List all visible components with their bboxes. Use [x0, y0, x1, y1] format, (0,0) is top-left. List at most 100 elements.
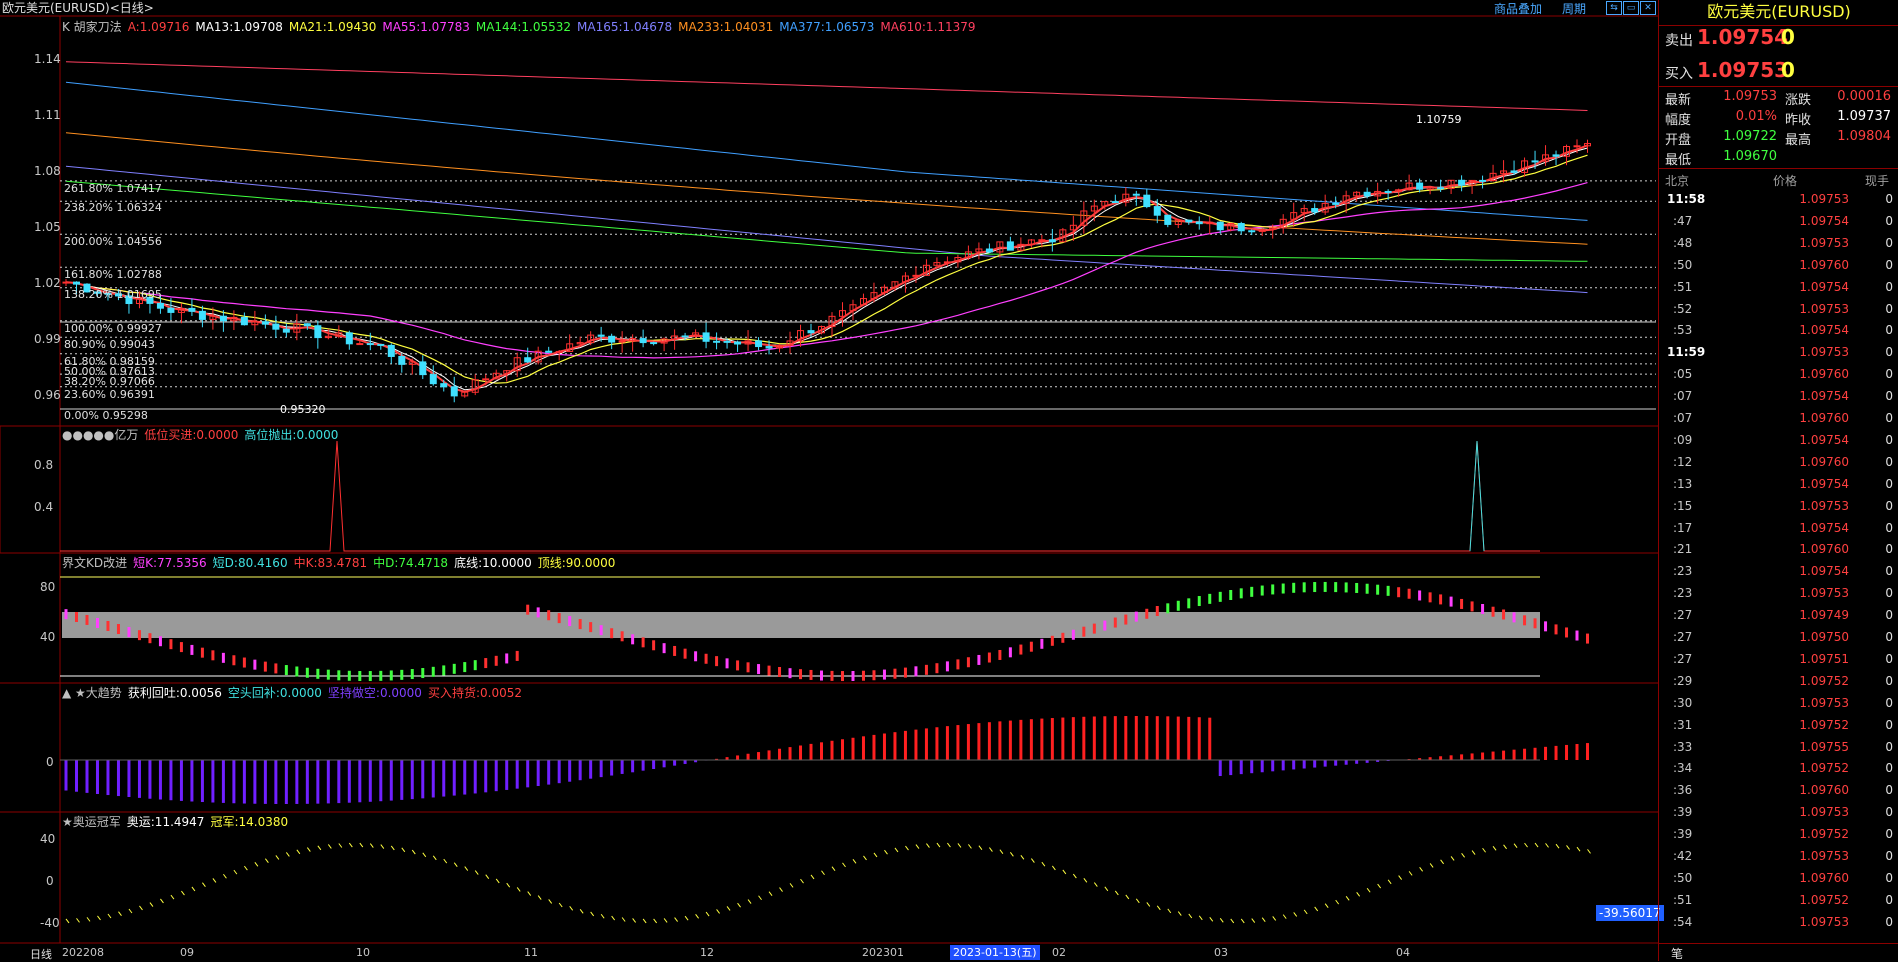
candle-body [1248, 230, 1256, 233]
restore-icon[interactable]: ⇆ [1606, 1, 1622, 15]
period-label[interactable]: 日线 [30, 946, 52, 962]
tick-volume: 0 [1885, 454, 1893, 469]
tick-time: :07 [1673, 389, 1693, 404]
tick-price: 1.09752 [1799, 717, 1849, 732]
tick-time: 11:58 [1667, 192, 1706, 206]
candle-body [1153, 206, 1161, 216]
osc-mark [275, 855, 280, 860]
candle-body [314, 325, 322, 339]
candle-body [272, 323, 280, 330]
tick-time: :17 [1673, 520, 1693, 535]
quote-title: 欧元美元(EURUSD) [1707, 2, 1851, 21]
tick-volume: 0 [1885, 805, 1893, 820]
candle-body [1006, 241, 1014, 251]
tick-price: 1.09753 [1799, 498, 1849, 513]
minimize-icon[interactable]: ▭ [1623, 1, 1639, 15]
candle-body [1479, 179, 1487, 182]
osc-mark [737, 902, 741, 908]
osc-mark [1146, 902, 1151, 907]
tick-price: 1.09753 [1799, 849, 1849, 863]
tick-row: :54 1.09753 0 [1659, 915, 1898, 937]
legend-item: ●●●●●亿万 [62, 428, 139, 442]
osc-mark [978, 845, 983, 851]
tick-row: :13 1.09754 0 [1659, 477, 1898, 499]
tick-volume: 0 [1885, 761, 1893, 776]
candle-body [1216, 221, 1224, 231]
tick-row: :07 1.09760 0 [1659, 411, 1898, 433]
osc-mark [1387, 879, 1392, 885]
legend-item: MA165:1.04678 [577, 20, 673, 34]
osc-mark [1251, 918, 1256, 923]
chart-area[interactable]: 欧元美元(EURUSD)<日线> 商品叠加 周期 ⇆ ▭ ✕ K 胡家刀法 A:1… [0, 0, 1664, 962]
osc-mark [338, 843, 343, 848]
tick-row: :12 1.09760 0 [1659, 455, 1898, 477]
overlay-link[interactable]: 商品叠加 [1494, 0, 1542, 17]
candle-body [755, 340, 763, 348]
tick-volume: 0 [1885, 411, 1893, 425]
osc-mark [537, 895, 542, 900]
osc-mark [1503, 844, 1507, 850]
osc-mark [86, 917, 91, 922]
legend-item: MA55:1.07783 [382, 20, 470, 34]
panel5-indicator-legend: ★奥运冠军 奥运:11.4947 冠军:14.0380 [62, 815, 294, 829]
fib-level: 161.80% 1.02788 [64, 268, 162, 281]
tick-price: 1.09753 [1799, 586, 1849, 601]
candle-body [765, 346, 773, 349]
tick-row: :53 1.09754 0 [1659, 323, 1898, 345]
legend-item: MA13:1.09708 [195, 20, 283, 34]
candle-body [1048, 239, 1056, 243]
candle-body [377, 343, 385, 346]
tick-price: 1.09753 [1799, 695, 1849, 710]
candle-body [618, 340, 626, 343]
osc-mark [1366, 887, 1371, 893]
osc-mark [1188, 913, 1193, 919]
window-controls[interactable]: ⇆ ▭ ✕ [1606, 1, 1656, 15]
osc-mark [1209, 917, 1214, 922]
tick-volume: 0 [1885, 345, 1893, 360]
tick-time: :52 [1673, 301, 1693, 316]
osc-mark [296, 849, 301, 855]
candle-body [219, 315, 227, 322]
candle-body [545, 350, 553, 353]
osc-mark [558, 902, 563, 908]
panel2-indicator-legend: ●●●●●亿万 低位买进:0.0000 高位抛出:0.0000 [62, 428, 344, 442]
osc-mark [1587, 849, 1591, 854]
candle-body [62, 281, 70, 284]
close-icon[interactable]: ✕ [1640, 1, 1656, 15]
osc-mark [233, 869, 238, 875]
legend-item: 冠军:14.0380 [210, 815, 289, 829]
osc-mark [768, 891, 773, 897]
tick-price: 1.09749 [1799, 608, 1849, 623]
osc-mark [999, 849, 1004, 855]
tick-price: 1.09754 [1799, 476, 1849, 491]
tick-time: :27 [1673, 608, 1693, 623]
candle-body [366, 343, 374, 346]
candle-body [1311, 208, 1319, 213]
period-link[interactable]: 周期 [1562, 0, 1586, 17]
tick-price: 1.09752 [1799, 673, 1849, 688]
legend-item: MA21:1.09430 [288, 20, 377, 34]
osc-mark [65, 918, 70, 924]
osc-mark [422, 852, 427, 858]
tick-volume: 0 [1885, 564, 1893, 579]
tick-time: :42 [1673, 849, 1693, 863]
tick-price: 1.09754 [1799, 323, 1849, 338]
candle-body [1531, 160, 1539, 163]
tick-volume: 0 [1885, 432, 1893, 447]
osc-mark [590, 911, 595, 917]
osc-mark [1230, 918, 1235, 924]
osc-mark [1272, 916, 1277, 921]
tick-row: :15 1.09753 0 [1659, 499, 1898, 521]
tick-row: :27 1.09749 0 [1659, 608, 1898, 630]
buy-volume: 0 [1781, 58, 1795, 82]
tick-volume: 0 [1885, 783, 1893, 798]
tick-list[interactable]: 11:58 1.09753 0:47 1.09754 0:48 1.09753 0:50 1.… [1659, 192, 1898, 937]
osc-mark [548, 899, 553, 904]
tick-price: 1.09751 [1799, 651, 1849, 666]
fib-level: 261.80% 1.07417 [64, 182, 162, 195]
osc-mark [149, 902, 154, 907]
trades-tab[interactable]: 笔 [1671, 945, 1683, 962]
osc-mark [831, 866, 836, 872]
osc-mark [1240, 918, 1245, 924]
candle-body [702, 332, 710, 342]
